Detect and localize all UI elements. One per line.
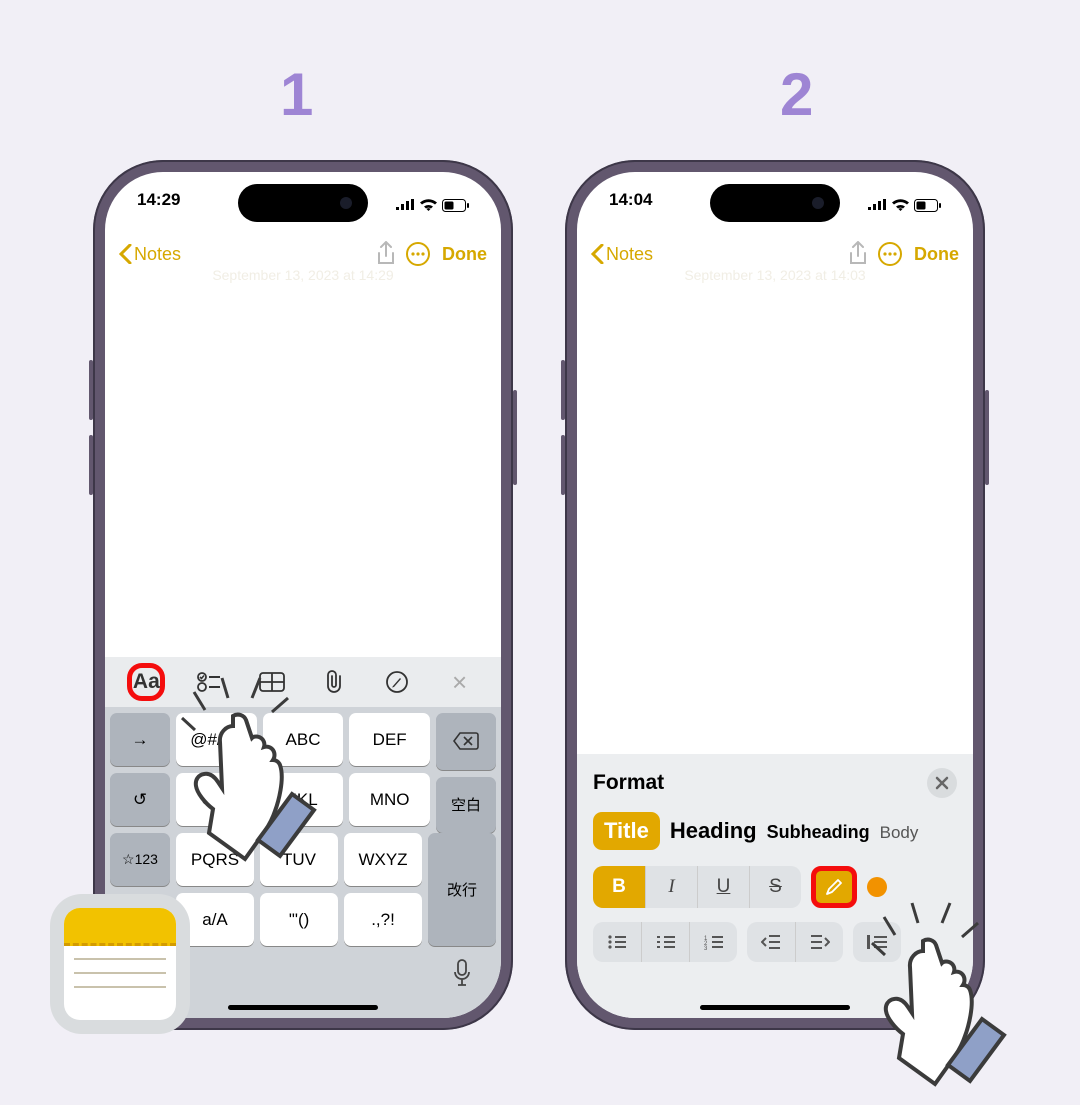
done-button[interactable]: Done [914, 244, 959, 265]
note-timestamp: September 13, 2023 at 14:29 [105, 267, 501, 283]
key[interactable]: DEF [349, 713, 430, 766]
status-time: 14:29 [137, 190, 180, 220]
close-toolbar-icon[interactable]: × [441, 663, 479, 701]
more-icon[interactable] [402, 241, 434, 267]
share-icon[interactable] [842, 241, 874, 267]
close-panel-button[interactable] [927, 768, 957, 798]
key-space[interactable]: 空白 [436, 777, 496, 834]
style-subheading[interactable]: Subheading [767, 822, 870, 843]
italic-button[interactable]: I [645, 866, 697, 908]
highlight-pencil-button[interactable] [811, 866, 857, 908]
step-number-1: 1 [280, 60, 313, 129]
tap-hand-icon [870, 895, 1040, 1105]
status-icons [867, 190, 941, 220]
key-tab[interactable]: → [110, 713, 170, 766]
bullet-list-icon[interactable] [593, 922, 641, 962]
share-icon[interactable] [370, 241, 402, 267]
tap-hand-icon [180, 670, 350, 880]
dynamic-island [710, 184, 840, 222]
status-icons [395, 190, 469, 220]
more-icon[interactable] [874, 241, 906, 267]
dynamic-island [238, 184, 368, 222]
key-delete[interactable] [436, 713, 496, 770]
format-title: Format [593, 771, 664, 795]
outdent-icon[interactable] [747, 922, 795, 962]
bold-button[interactable]: B [593, 866, 645, 908]
color-dot[interactable] [867, 877, 887, 897]
key[interactable]: WXYZ [344, 833, 422, 886]
key-undo[interactable]: ↺ [110, 773, 170, 826]
key[interactable]: '"() [260, 893, 338, 946]
key-mode[interactable]: ☆123 [110, 833, 170, 886]
key-return[interactable]: 改行 [428, 833, 496, 946]
style-body[interactable]: Body [880, 823, 919, 843]
note-timestamp: September 13, 2023 at 14:03 [577, 267, 973, 283]
strike-button[interactable]: S [749, 866, 801, 908]
key[interactable]: .,?! [344, 893, 422, 946]
home-indicator[interactable] [228, 1005, 378, 1010]
style-heading[interactable]: Heading [670, 818, 757, 844]
home-indicator[interactable] [700, 1005, 850, 1010]
status-time: 14:04 [609, 190, 652, 220]
key[interactable]: MNO [349, 773, 430, 826]
dash-list-icon[interactable] [641, 922, 689, 962]
style-title[interactable]: Title [593, 812, 660, 850]
back-button[interactable]: Notes [591, 244, 653, 265]
step-number-2: 2 [780, 60, 813, 129]
markup-icon[interactable] [378, 663, 416, 701]
indent-icon[interactable] [795, 922, 843, 962]
notes-app-icon [50, 894, 190, 1034]
number-list-icon[interactable]: 123 [689, 922, 737, 962]
done-button[interactable]: Done [442, 244, 487, 265]
format-aa-button[interactable]: Aa [127, 663, 165, 701]
underline-button[interactable]: U [697, 866, 749, 908]
back-button[interactable]: Notes [119, 244, 181, 265]
svg-text:3: 3 [704, 946, 708, 950]
mic-icon[interactable] [452, 959, 472, 987]
